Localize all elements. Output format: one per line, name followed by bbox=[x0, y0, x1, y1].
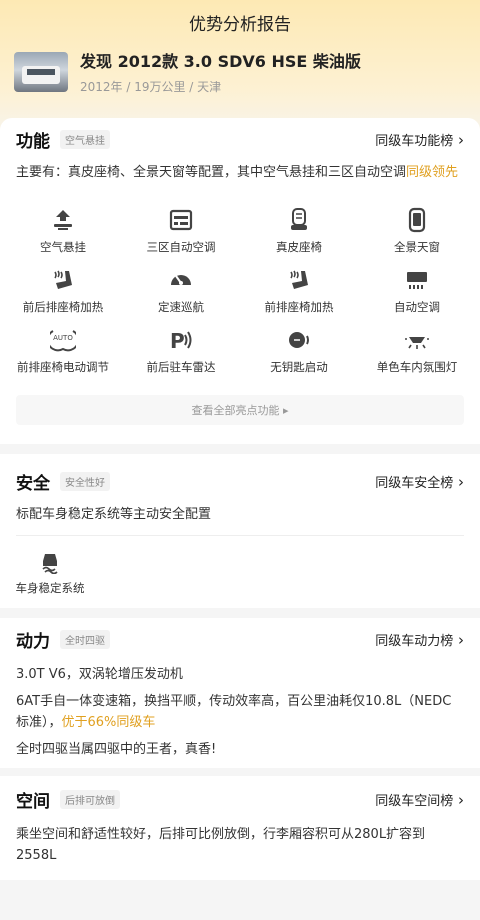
feature-grid: 空气悬挂 三区自动空调 真皮座椅 全景天窗 前后排座椅加热 定速巡航 前排座椅加… bbox=[0, 207, 480, 387]
power-transmission: 6AT手自一体变速箱，换挡平顺，传动效率高，百公里油耗仅10.8L（NEDC标准… bbox=[16, 694, 452, 730]
air-suspension-icon bbox=[54, 210, 72, 230]
feature-air-suspension: 空气悬挂 bbox=[4, 207, 122, 267]
space-title: 空间 bbox=[16, 791, 50, 812]
feature-stability-control: 车身稳定系统 bbox=[0, 548, 100, 608]
safety-description: 标配车身稳定系统等主动安全配置 bbox=[16, 507, 212, 522]
car-summary: 发现 2012款 3.0 SDV6 HSE 柴油版 2012年 / 19万公里 … bbox=[14, 52, 361, 95]
function-tag: 空气悬挂 bbox=[60, 129, 110, 149]
feature-leather-seat: 真皮座椅 bbox=[240, 207, 358, 267]
parking-radar-icon: P bbox=[170, 329, 192, 353]
feature-ambient-light: 单色车内氛围灯 bbox=[358, 327, 476, 387]
function-card: 功能 空气悬挂 同级车功能榜 主要有：真皮座椅、全景天窗等配置，其中空气悬挂和三… bbox=[0, 118, 480, 444]
space-tag: 后排可放倒 bbox=[60, 789, 120, 809]
safety-title: 安全 bbox=[16, 473, 50, 494]
tri-zone-ac-icon bbox=[169, 209, 193, 231]
space-rank-link[interactable]: 同级车空间榜 bbox=[375, 790, 464, 809]
function-description: 主要有：真皮座椅、全景天窗等配置，其中空气悬挂和三区自动空调同级领先 bbox=[16, 165, 459, 180]
safety-rank-link[interactable]: 同级车安全榜 bbox=[375, 472, 464, 491]
page-title: 优势分析报告 bbox=[189, 15, 291, 35]
feature-auto-ac: 自动空调 bbox=[358, 267, 476, 327]
power-seat-icon: AUTO bbox=[50, 330, 76, 352]
power-rank-link[interactable]: 同级车动力榜 bbox=[375, 630, 464, 649]
safety-card: 安全 安全性好 同级车安全榜 标配车身稳定系统等主动安全配置 车身稳定系统 bbox=[0, 454, 480, 608]
view-all-features-button[interactable]: 查看全部亮点功能 ▸ bbox=[16, 395, 464, 425]
power-engine: 3.0T V6，双涡轮增压发动机 bbox=[16, 667, 183, 682]
function-rank-link[interactable]: 同级车功能榜 bbox=[375, 130, 464, 149]
keyless-start-icon bbox=[289, 332, 309, 348]
feature-panoramic-sunroof: 全景天窗 bbox=[358, 207, 476, 267]
safety-tag: 安全性好 bbox=[60, 471, 110, 491]
function-title: 功能 bbox=[16, 131, 50, 152]
feature-keyless-start: 无钥匙启动 bbox=[240, 327, 358, 387]
car-name: 发现 2012款 3.0 SDV6 HSE 柴油版 bbox=[80, 52, 361, 71]
feature-parking-radar: P 前后驻车雷达 bbox=[146, 329, 216, 374]
feature-seat-heating: 前后排座椅加热 bbox=[4, 267, 122, 327]
panoramic-sunroof-icon bbox=[408, 207, 426, 233]
svg-text:AUTO: AUTO bbox=[53, 334, 73, 342]
power-drivetrain: 全时四驱当属四驱中的王者，真香! bbox=[16, 742, 217, 757]
power-title: 动力 bbox=[16, 631, 50, 652]
feature-cruise-control: 定速巡航 bbox=[122, 267, 240, 327]
space-card: 空间 后排可放倒 同级车空间榜 乘坐空间和舒适性较好，后排可比例放倒，行李厢容积… bbox=[0, 776, 480, 880]
front-seat-heating-icon bbox=[290, 270, 308, 289]
ambient-light-icon bbox=[405, 337, 429, 349]
power-card: 动力 全时四驱 同级车动力榜 3.0T V6，双涡轮增压发动机 6AT手自一体变… bbox=[0, 618, 480, 768]
space-description: 乘坐空间和舒适性较好，后排可比例放倒，行李厢容积可从280L扩容到2558L bbox=[16, 827, 426, 863]
feature-power-seat: AUTO 前排座椅电动调节 bbox=[4, 327, 122, 387]
leather-seat-icon bbox=[291, 208, 307, 230]
car-thumbnail bbox=[14, 52, 68, 92]
seat-heating-icon bbox=[54, 270, 72, 289]
feature-tri-zone-ac: 三区自动空调 bbox=[122, 207, 240, 267]
stability-control-icon bbox=[42, 554, 58, 574]
auto-ac-icon bbox=[407, 272, 427, 289]
svg-text:P: P bbox=[170, 329, 185, 353]
car-meta: 2012年 / 19万公里 / 天津 bbox=[80, 80, 222, 94]
power-tag: 全时四驱 bbox=[60, 629, 110, 649]
feature-front-seat-heating: 前排座椅加热 bbox=[240, 267, 358, 327]
cruise-control-icon bbox=[171, 275, 191, 285]
